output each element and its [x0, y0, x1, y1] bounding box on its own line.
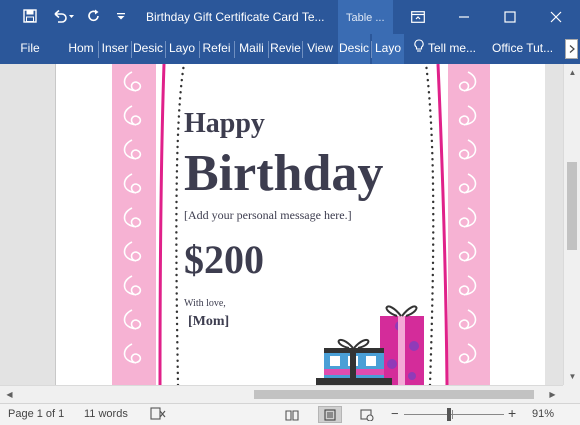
tab-separator — [302, 41, 303, 58]
zoom-slider-thumb[interactable] — [447, 408, 451, 421]
zoom-slider-midpoint — [452, 410, 453, 419]
read-mode-icon[interactable] — [280, 406, 304, 423]
save-icon[interactable] — [20, 5, 40, 27]
tab-separator — [98, 41, 99, 58]
card-arch-decoration — [123, 64, 477, 385]
zoom-out-button[interactable]: − — [391, 406, 399, 421]
card-signature[interactable]: [Mom] — [188, 314, 229, 330]
horizontal-scroll-thumb[interactable] — [254, 390, 534, 399]
print-layout-icon[interactable] — [318, 406, 342, 423]
card-closing[interactable]: With love, — [184, 298, 226, 309]
office-tutorial-tab[interactable]: Office Tut... — [492, 34, 560, 64]
minimize-icon[interactable] — [444, 0, 484, 34]
document-area[interactable]: Happy Birthday [Add your personal messag… — [0, 64, 563, 385]
tell-me-search[interactable]: Tell me... — [414, 34, 486, 64]
scroll-right-icon[interactable]: ▶ — [548, 390, 557, 399]
vertical-scrollbar[interactable]: ▲ ▼ — [563, 64, 580, 385]
status-bar: Page 1 of 1 11 words − + 91% — [0, 403, 580, 425]
tab-home[interactable]: Hom — [66, 34, 96, 64]
tab-layout[interactable]: Layo — [167, 34, 197, 64]
tab-view[interactable]: View — [304, 34, 336, 64]
tab-separator — [131, 41, 132, 58]
horizontal-scrollbar[interactable]: ◀ ▶ — [0, 385, 563, 403]
zoom-slider-track[interactable] — [404, 414, 504, 415]
ribbon-display-icon[interactable] — [398, 0, 438, 34]
zoom-level[interactable]: 91% — [532, 408, 554, 420]
maximize-icon[interactable] — [490, 0, 530, 34]
scrollbar-corner — [563, 385, 580, 403]
card-message[interactable]: [Add your personal message here.] — [184, 208, 352, 223]
title-bar: Birthday Gift Certificate Card Te... Tab… — [0, 0, 580, 34]
close-icon[interactable] — [536, 0, 576, 34]
document-page[interactable]: Happy Birthday [Add your personal messag… — [55, 64, 545, 385]
page-count[interactable]: Page 1 of 1 — [8, 408, 64, 420]
vertical-scroll-thumb[interactable] — [567, 162, 577, 250]
proofing-icon[interactable] — [150, 406, 166, 425]
card-heading-birthday[interactable]: Birthday — [184, 144, 383, 203]
tab-references[interactable]: Refei — [201, 34, 232, 64]
card-amount[interactable]: $200 — [184, 236, 264, 283]
tab-mailings[interactable]: Maili — [236, 34, 267, 64]
table-tools-tab: Table ... — [338, 0, 393, 34]
redo-icon[interactable] — [84, 5, 104, 27]
tab-insert[interactable]: Inser — [100, 34, 130, 64]
gift-boxes-illustration — [316, 305, 424, 385]
zoom-in-button[interactable]: + — [508, 405, 516, 421]
tab-table-design[interactable]: Desic — [338, 34, 370, 64]
birthday-card: Happy Birthday [Add your personal messag… — [112, 64, 490, 385]
scroll-left-icon[interactable]: ◀ — [5, 390, 14, 399]
tab-design[interactable]: Desic — [133, 34, 163, 64]
tab-table-layout[interactable]: Layo — [372, 34, 404, 64]
tab-file[interactable]: File — [12, 34, 48, 64]
tab-separator — [165, 41, 166, 58]
tab-separator — [268, 41, 269, 58]
customize-icon[interactable] — [114, 5, 128, 27]
undo-icon[interactable] — [50, 5, 76, 27]
tab-separator — [234, 41, 235, 58]
word-count[interactable]: 11 words — [84, 408, 128, 420]
web-layout-icon[interactable] — [355, 406, 379, 423]
document-title: Birthday Gift Certificate Card Te... — [146, 10, 325, 24]
chevron-right-icon[interactable] — [565, 39, 578, 59]
tell-me-label: Tell me... — [428, 41, 477, 55]
card-heading-happy[interactable]: Happy — [184, 108, 265, 140]
scroll-down-icon[interactable]: ▼ — [568, 372, 577, 381]
tab-separator — [199, 41, 200, 58]
ribbon-tab-bar: File Hom Inser Desic Layo Refei Maili Re… — [0, 34, 580, 64]
lightbulb-icon — [414, 35, 424, 63]
scroll-up-icon[interactable]: ▲ — [568, 68, 577, 77]
tab-review[interactable]: Revie — [270, 34, 301, 64]
